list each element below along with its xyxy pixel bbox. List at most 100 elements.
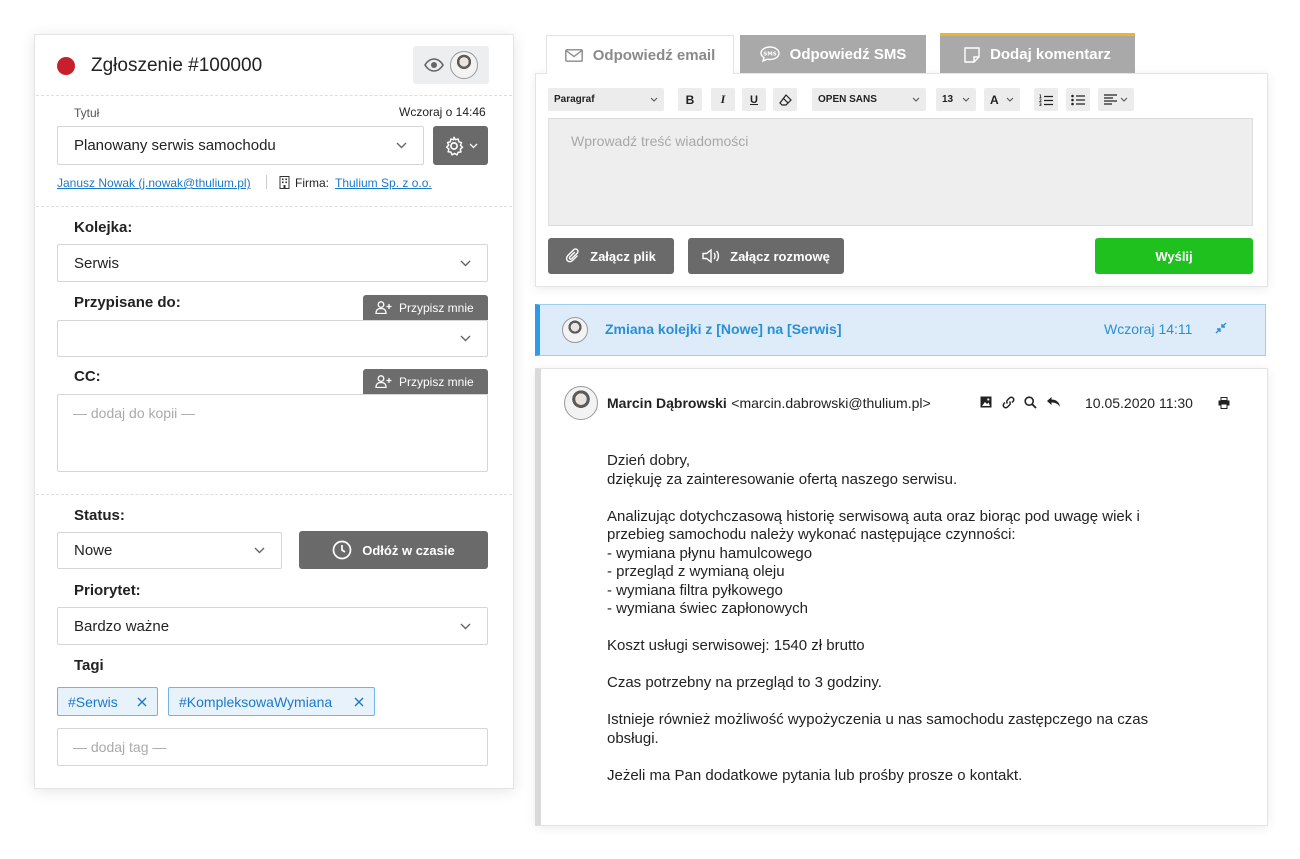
- cc-label: CC:: [74, 368, 101, 385]
- postpone-button[interactable]: Odłóż w czasie: [299, 531, 488, 569]
- ticket-title: Zgłoszenie #100000: [91, 55, 263, 76]
- ordered-list-button[interactable]: 123: [1034, 88, 1058, 111]
- print-icon[interactable]: [1218, 397, 1230, 409]
- contact-link[interactable]: Janusz Nowak (j.nowak@thulium.pl): [57, 176, 251, 190]
- company-link[interactable]: Thulium Sp. z o.o.: [335, 176, 432, 190]
- italic-button[interactable]: I: [711, 88, 735, 111]
- status-label: Status:: [74, 507, 125, 524]
- sender: Marcin Dąbrowski <marcin.dabrowski@thuli…: [607, 395, 931, 413]
- attach-file-label: Załącz plik: [590, 248, 656, 264]
- chevron-down-icon: [1120, 97, 1128, 102]
- send-button[interactable]: Wyślij: [1095, 238, 1253, 274]
- assign-me-label: Przypisz mnie: [399, 300, 474, 315]
- tag-chip[interactable]: #KompleksowaWymiana: [168, 687, 375, 716]
- tab-label: Odpowiedź SMS: [789, 45, 907, 63]
- tag-chip[interactable]: #Serwis: [57, 687, 158, 716]
- priority-label: Priorytet:: [74, 582, 141, 599]
- divider: [36, 206, 512, 207]
- tab-comment[interactable]: Dodaj komentarz: [940, 36, 1135, 73]
- block-format-value: Paragraf: [554, 94, 595, 105]
- font-family-select[interactable]: OPEN SANS: [812, 88, 926, 111]
- avatar: [562, 317, 588, 343]
- collapse-icon[interactable]: [1215, 322, 1227, 334]
- align-select[interactable]: [1098, 88, 1134, 111]
- body-line: dziękuję za zainteresowanie ofertą nasze…: [607, 470, 958, 488]
- priority-select[interactable]: Bardzo ważne: [57, 607, 488, 645]
- tag-label: #Serwis: [68, 693, 118, 710]
- font-color-select[interactable]: A: [984, 88, 1020, 111]
- attach-file-button[interactable]: Załącz plik: [548, 238, 674, 274]
- add-tag-input[interactable]: — dodaj tag —: [57, 728, 488, 766]
- envelope-icon: [564, 48, 583, 62]
- event-time: Wczoraj 14:11: [1104, 321, 1193, 337]
- svg-text:3: 3: [1039, 102, 1042, 106]
- font-size-value: 13: [942, 94, 954, 105]
- image-icon[interactable]: [980, 396, 992, 408]
- tags-label: Tagi: [74, 657, 104, 674]
- message-body: Dzień dobry, dziękuję za zainteresowanie…: [607, 452, 1207, 785]
- close-icon[interactable]: [354, 697, 364, 707]
- eye-icon[interactable]: [424, 58, 444, 72]
- attach-call-button[interactable]: Załącz rozmowę: [688, 238, 844, 274]
- assign-me-cc-button[interactable]: Przypisz mnie: [363, 369, 488, 394]
- tab-email[interactable]: Odpowiedź email: [546, 35, 734, 74]
- title-label: Tytuł: [74, 106, 100, 120]
- message-editor[interactable]: Wprowadź treść wiadomości: [548, 118, 1253, 226]
- chevron-down-icon: [469, 143, 478, 149]
- body-line: Analizując dotychczasową historię serwis…: [607, 507, 1140, 525]
- eraser-icon: [778, 93, 792, 106]
- block-format-select[interactable]: Paragraf: [548, 88, 664, 111]
- status-dot: [57, 57, 75, 75]
- chevron-down-icon: [912, 97, 920, 102]
- body-line: przebieg samochodu należy wykonać następ…: [607, 526, 1016, 543]
- add-user-icon: [375, 375, 392, 388]
- building-icon: [279, 176, 290, 189]
- bold-button[interactable]: B: [678, 88, 702, 111]
- bullet-list-button[interactable]: [1066, 88, 1090, 111]
- assigned-label: Przypisane do:: [74, 294, 181, 311]
- chevron-down-icon: [650, 97, 658, 102]
- close-icon[interactable]: [137, 697, 147, 707]
- queue-select[interactable]: Serwis: [57, 244, 488, 282]
- assigned-select[interactable]: [57, 320, 488, 357]
- assign-me-button[interactable]: Przypisz mnie: [363, 295, 488, 320]
- note-icon: [964, 46, 980, 63]
- chevron-down-icon: [396, 142, 407, 149]
- message-date: 10.05.2020 11:30: [1085, 395, 1193, 411]
- add-user-icon: [375, 301, 392, 314]
- align-left-icon: [1104, 94, 1117, 105]
- separator: [266, 175, 267, 189]
- font-size-select[interactable]: 13: [936, 88, 976, 111]
- subject-select[interactable]: Planowany serwis samochodu: [57, 126, 424, 165]
- underline-button[interactable]: U: [742, 88, 766, 111]
- speaker-icon: [702, 249, 720, 263]
- link-icon[interactable]: [1002, 396, 1015, 409]
- body-line: Dzień dobry,: [607, 452, 691, 469]
- company-label: Firma:: [295, 176, 329, 190]
- clear-format-button[interactable]: [773, 88, 797, 111]
- body-line: Czas potrzebny na przegląd to 3 godziny.: [607, 674, 882, 691]
- tag-placeholder: — dodaj tag —: [73, 739, 167, 755]
- ordered-list-icon: 123: [1039, 94, 1053, 106]
- body-line: - wymiana świec zapłonowych: [607, 600, 808, 617]
- settings-button[interactable]: [433, 126, 488, 165]
- chevron-down-icon: [962, 97, 970, 102]
- search-icon[interactable]: [1024, 396, 1037, 409]
- postpone-label: Odłóż w czasie: [362, 542, 455, 558]
- avatar: [564, 386, 598, 420]
- tab-label: Odpowiedź email: [592, 46, 716, 64]
- avatar[interactable]: [450, 51, 478, 79]
- sender-email: <marcin.dabrowski@thulium.pl>: [731, 395, 931, 411]
- watchers-box[interactable]: [413, 46, 489, 84]
- cc-field[interactable]: — dodaj do kopii —: [57, 394, 488, 472]
- queue-label: Kolejka:: [74, 219, 133, 236]
- clock-icon: [332, 540, 352, 560]
- attach-call-label: Załącz rozmowę: [730, 248, 830, 264]
- body-line: [607, 489, 1207, 508]
- tab-sms[interactable]: SMS Odpowiedź SMS: [740, 35, 926, 73]
- gear-icon: [443, 135, 465, 157]
- status-select[interactable]: Nowe: [57, 532, 282, 569]
- reply-icon[interactable]: [1046, 396, 1061, 408]
- divider: [36, 494, 512, 495]
- timestamp: Wczoraj o 14:46: [399, 105, 486, 119]
